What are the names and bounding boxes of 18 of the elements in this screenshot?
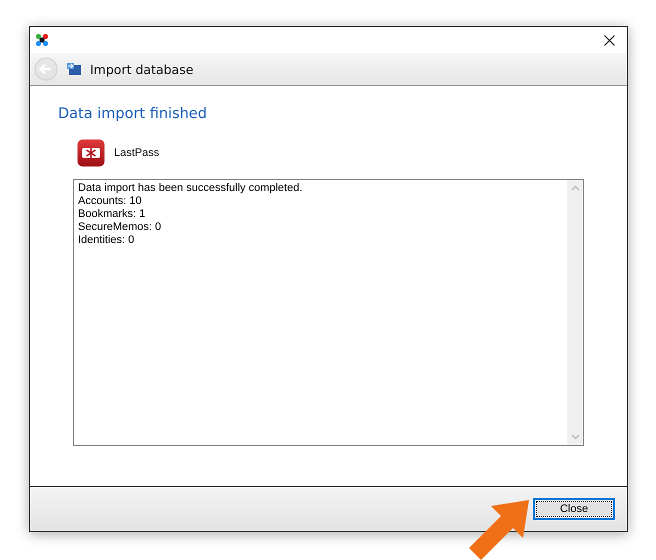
pointer-arrow [467,498,531,560]
close-icon[interactable] [604,34,615,46]
log-field[interactable]: Data import has been successfully completed. Accounts: 10 Bookmarks: 1 SecureMemos: 0 Identities: 0 [73,179,584,446]
log-line: Identities: 0 [78,234,136,247]
source-name: LastPass [114,147,160,159]
status-heading: Data import finished [58,106,208,122]
log-line: Data import has been successfully completed. [78,182,304,195]
log-line: Bookmarks: 1 [78,208,146,221]
app-icon [35,33,49,47]
lastpass-logo-icon [77,139,105,167]
import-icon [66,62,82,76]
log-line: SecureMemos: 0 [78,221,162,234]
page-title: Import database [90,62,194,76]
close-button[interactable]: Close [533,498,615,520]
log-line: Accounts: 10 [78,195,143,208]
scrollbar[interactable] [567,180,583,445]
scroll-down-icon[interactable] [570,434,580,440]
scroll-up-icon[interactable] [570,185,580,191]
